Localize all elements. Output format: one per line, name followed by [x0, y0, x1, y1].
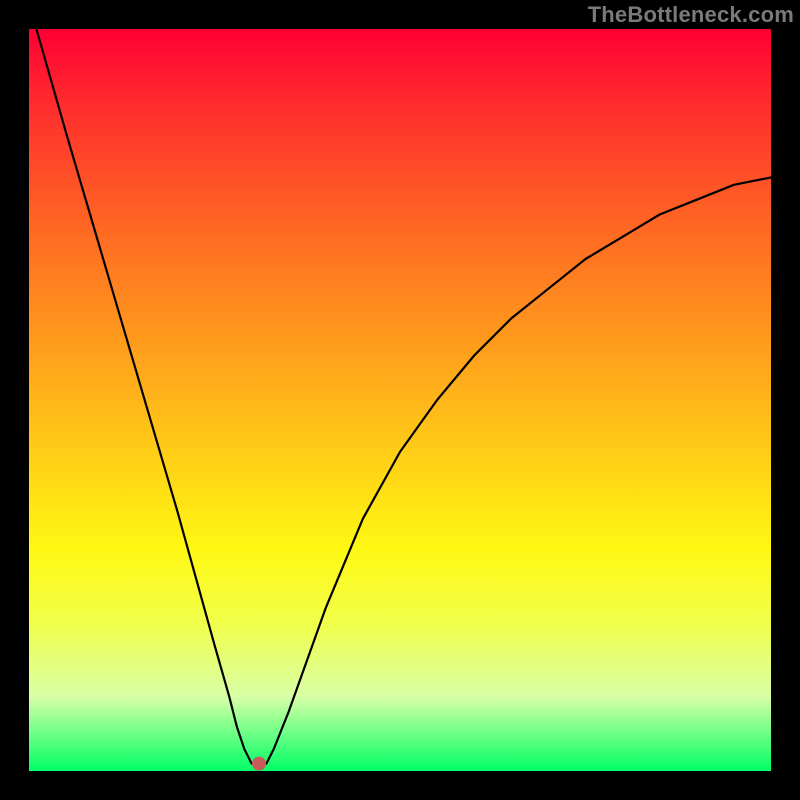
chart-frame: TheBottleneck.com	[0, 0, 800, 800]
watermark-text: TheBottleneck.com	[588, 2, 794, 28]
optimal-point-marker	[252, 757, 266, 771]
bottleneck-curve	[36, 29, 771, 764]
chart-svg	[29, 29, 771, 771]
chart-plot-area	[29, 29, 771, 771]
